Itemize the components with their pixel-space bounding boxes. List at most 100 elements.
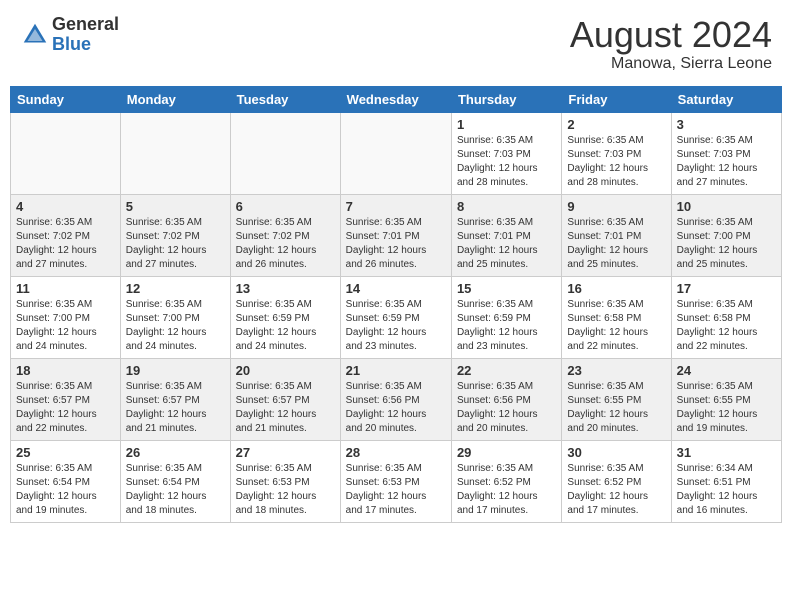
calendar-cell: 2 Sunrise: 6:35 AM Sunset: 7:03 PM Daylig…	[562, 112, 671, 194]
day-info: Sunrise: 6:35 AM Sunset: 6:55 PM Dayligh…	[567, 380, 665, 436]
day-info: Sunrise: 6:35 AM Sunset: 7:01 PM Dayligh…	[457, 216, 556, 272]
day-info: Sunrise: 6:35 AM Sunset: 6:58 PM Dayligh…	[677, 298, 776, 354]
day-info: Sunrise: 6:35 AM Sunset: 7:00 PM Dayligh…	[126, 298, 225, 354]
calendar-cell: 24Sunrise: 6:35 AM Sunset: 6:55 PM Dayli…	[671, 358, 781, 440]
calendar-cell: 23 Sunrise: 6:35 AM Sunset: 6:55 PM Dayli…	[562, 358, 671, 440]
day-info: Sunrise: 6:35 AM Sunset: 7:01 PM Dayligh…	[346, 216, 446, 272]
calendar-cell: 9 Sunrise: 6:35 AM Sunset: 7:01 PM Daylig…	[562, 194, 671, 276]
day-number: 9	[567, 199, 665, 214]
day-header: Monday	[120, 86, 230, 112]
day-header: Sunday	[11, 86, 121, 112]
location-text: Manowa, Sierra Leone	[570, 55, 772, 73]
day-header: Saturday	[671, 86, 781, 112]
calendar-cell: 10 Sunrise: 6:35 AM Sunset: 7:00 PM Dayli…	[671, 194, 781, 276]
calendar-week-row: 11 Sunrise: 6:35 AM Sunset: 7:00 PM Dayli…	[11, 276, 782, 358]
day-number: 28	[346, 445, 446, 460]
day-info: Sunrise: 6:35 AM Sunset: 7:02 PM Dayligh…	[16, 216, 115, 272]
day-number: 30	[567, 445, 665, 460]
day-info: Sunrise: 6:35 AM Sunset: 7:03 PM Dayligh…	[457, 134, 556, 190]
logo-general-text: General	[52, 15, 119, 35]
day-info: Sunrise: 6:35 AM Sunset: 7:02 PM Dayligh…	[126, 216, 225, 272]
calendar-cell: 21 Sunrise: 6:35 AM Sunset: 6:56 PM Dayli…	[340, 358, 451, 440]
day-info: Sunrise: 6:35 AM Sunset: 6:56 PM Dayligh…	[457, 380, 556, 436]
calendar-cell	[120, 112, 230, 194]
calendar-cell: 30 Sunrise: 6:35 AM Sunset: 6:52 PM Dayli…	[562, 440, 671, 522]
day-header: Tuesday	[230, 86, 340, 112]
day-number: 11	[16, 281, 115, 296]
calendar-week-row: 1 Sunrise: 6:35 AM Sunset: 7:03 PM Daylig…	[11, 112, 782, 194]
calendar-cell	[340, 112, 451, 194]
day-info: Sunrise: 6:34 AM Sunset: 6:51 PM Dayligh…	[677, 462, 776, 518]
calendar-table: SundayMondayTuesdayWednesdayThursdayFrid…	[10, 86, 782, 523]
day-info: Sunrise: 6:35 AM Sunset: 7:03 PM Dayligh…	[567, 134, 665, 190]
day-number: 19	[126, 363, 225, 378]
day-info: Sunrise: 6:35 AM Sunset: 6:56 PM Dayligh…	[346, 380, 446, 436]
day-number: 29	[457, 445, 556, 460]
day-info: Sunrise: 6:35 AM Sunset: 6:54 PM Dayligh…	[16, 462, 115, 518]
calendar-cell: 25 Sunrise: 6:35 AM Sunset: 6:54 PM Dayli…	[11, 440, 121, 522]
calendar-cell: 7 Sunrise: 6:35 AM Sunset: 7:01 PM Daylig…	[340, 194, 451, 276]
day-info: Sunrise: 6:35 AM Sunset: 6:57 PM Dayligh…	[16, 380, 115, 436]
day-number: 5	[126, 199, 225, 214]
day-number: 1	[457, 117, 556, 132]
calendar-cell: 3 Sunrise: 6:35 AM Sunset: 7:03 PM Daylig…	[671, 112, 781, 194]
day-info: Sunrise: 6:35 AM Sunset: 7:01 PM Dayligh…	[567, 216, 665, 272]
day-info: Sunrise: 6:35 AM Sunset: 7:00 PM Dayligh…	[677, 216, 776, 272]
calendar-cell: 27Sunrise: 6:35 AM Sunset: 6:53 PM Dayli…	[230, 440, 340, 522]
calendar-cell: 14Sunrise: 6:35 AM Sunset: 6:59 PM Dayli…	[340, 276, 451, 358]
calendar-cell: 17 Sunrise: 6:35 AM Sunset: 6:58 PM Dayli…	[671, 276, 781, 358]
day-number: 21	[346, 363, 446, 378]
day-number: 24	[677, 363, 776, 378]
calendar-cell: 11 Sunrise: 6:35 AM Sunset: 7:00 PM Dayli…	[11, 276, 121, 358]
day-info: Sunrise: 6:35 AM Sunset: 6:52 PM Dayligh…	[567, 462, 665, 518]
day-number: 2	[567, 117, 665, 132]
day-number: 25	[16, 445, 115, 460]
day-number: 13	[236, 281, 335, 296]
calendar-cell: 8 Sunrise: 6:35 AM Sunset: 7:01 PM Daylig…	[451, 194, 561, 276]
day-info: Sunrise: 6:35 AM Sunset: 6:57 PM Dayligh…	[126, 380, 225, 436]
calendar-cell: 28 Sunrise: 6:35 AM Sunset: 6:53 PM Dayli…	[340, 440, 451, 522]
day-number: 8	[457, 199, 556, 214]
calendar-cell: 6 Sunrise: 6:35 AM Sunset: 7:02 PM Daylig…	[230, 194, 340, 276]
day-number: 26	[126, 445, 225, 460]
day-header: Friday	[562, 86, 671, 112]
calendar-cell: 15Sunrise: 6:35 AM Sunset: 6:59 PM Dayli…	[451, 276, 561, 358]
logo-blue-text: Blue	[52, 35, 119, 55]
day-info: Sunrise: 6:35 AM Sunset: 6:54 PM Dayligh…	[126, 462, 225, 518]
logo-icon	[20, 20, 50, 50]
day-number: 4	[16, 199, 115, 214]
logo-text: General Blue	[52, 15, 119, 55]
calendar-cell: 29 Sunrise: 6:35 AM Sunset: 6:52 PM Dayli…	[451, 440, 561, 522]
day-number: 10	[677, 199, 776, 214]
day-info: Sunrise: 6:35 AM Sunset: 7:03 PM Dayligh…	[677, 134, 776, 190]
day-info: Sunrise: 6:35 AM Sunset: 6:53 PM Dayligh…	[346, 462, 446, 518]
title-block: August 2024 Manowa, Sierra Leone	[570, 15, 772, 73]
calendar-cell: 1 Sunrise: 6:35 AM Sunset: 7:03 PM Daylig…	[451, 112, 561, 194]
day-info: Sunrise: 6:35 AM Sunset: 6:52 PM Dayligh…	[457, 462, 556, 518]
day-number: 15	[457, 281, 556, 296]
calendar-cell: 5 Sunrise: 6:35 AM Sunset: 7:02 PM Daylig…	[120, 194, 230, 276]
calendar-week-row: 25 Sunrise: 6:35 AM Sunset: 6:54 PM Dayli…	[11, 440, 782, 522]
calendar-cell: 4 Sunrise: 6:35 AM Sunset: 7:02 PM Daylig…	[11, 194, 121, 276]
day-info: Sunrise: 6:35 AM Sunset: 6:59 PM Dayligh…	[236, 298, 335, 354]
day-info: Sunrise: 6:35 AM Sunset: 6:59 PM Dayligh…	[346, 298, 446, 354]
day-number: 12	[126, 281, 225, 296]
day-number: 20	[236, 363, 335, 378]
day-info: Sunrise: 6:35 AM Sunset: 6:58 PM Dayligh…	[567, 298, 665, 354]
day-number: 18	[16, 363, 115, 378]
calendar-cell	[11, 112, 121, 194]
calendar-cell: 26 Sunrise: 6:35 AM Sunset: 6:54 PM Dayli…	[120, 440, 230, 522]
day-number: 23	[567, 363, 665, 378]
day-number: 7	[346, 199, 446, 214]
calendar-cell: 22Sunrise: 6:35 AM Sunset: 6:56 PM Dayli…	[451, 358, 561, 440]
calendar-week-row: 4 Sunrise: 6:35 AM Sunset: 7:02 PM Daylig…	[11, 194, 782, 276]
day-number: 16	[567, 281, 665, 296]
calendar-cell: 12 Sunrise: 6:35 AM Sunset: 7:00 PM Dayli…	[120, 276, 230, 358]
day-info: Sunrise: 6:35 AM Sunset: 7:02 PM Dayligh…	[236, 216, 335, 272]
day-number: 3	[677, 117, 776, 132]
day-info: Sunrise: 6:35 AM Sunset: 7:00 PM Dayligh…	[16, 298, 115, 354]
day-number: 6	[236, 199, 335, 214]
day-info: Sunrise: 6:35 AM Sunset: 6:53 PM Dayligh…	[236, 462, 335, 518]
day-number: 17	[677, 281, 776, 296]
day-header: Wednesday	[340, 86, 451, 112]
